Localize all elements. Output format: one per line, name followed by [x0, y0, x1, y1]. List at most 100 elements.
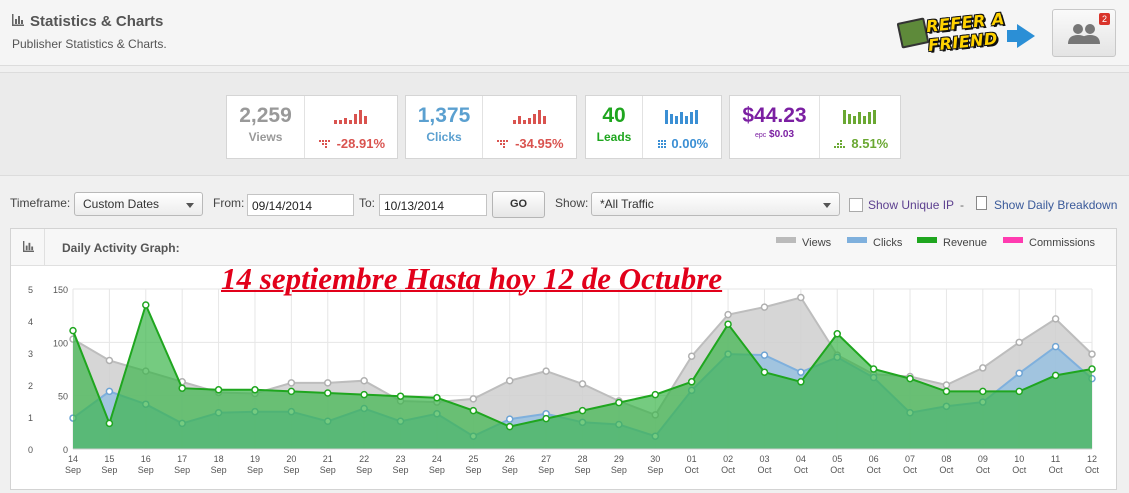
- stats-band: 2,259 Views -28.91% 1,375 Clicks -34.95%…: [0, 72, 1129, 176]
- x-tick-label-day: 02: [723, 454, 733, 464]
- y-tick-label-left: 1: [28, 413, 33, 423]
- trend-down-icon: [497, 140, 509, 149]
- go-button[interactable]: GO: [492, 191, 545, 218]
- x-tick-label-month: Sep: [538, 465, 554, 475]
- revenue-series-point: [542, 414, 550, 423]
- x-tick-label-month: Sep: [101, 465, 117, 475]
- trend-down-icon: [318, 140, 330, 149]
- x-tick-label-day: 01: [687, 454, 697, 464]
- x-tick-label-month: Sep: [247, 465, 263, 475]
- x-tick-label-day: 11: [1051, 454, 1060, 464]
- x-tick-label-month: Sep: [429, 465, 445, 475]
- x-tick-label-month: Sep: [502, 465, 518, 475]
- revenue-series-point: [833, 330, 841, 338]
- filter-bar: Timeframe: Custom Dates From: 09/14/2014…: [0, 188, 1129, 222]
- revenue-series-point: [578, 406, 587, 415]
- x-tick-label-month: Oct: [867, 465, 882, 475]
- views-series-point: [542, 367, 550, 375]
- traffic-select[interactable]: *All Traffic: [591, 192, 840, 216]
- chevron-down-icon: [823, 203, 831, 208]
- clicks-series-point: [797, 368, 805, 376]
- x-tick-label-month: Oct: [1085, 465, 1100, 475]
- x-tick-label-month: Sep: [138, 465, 154, 475]
- revenue-series-point: [1015, 387, 1023, 396]
- bar-chart-icon: [12, 14, 24, 26]
- chevron-down-icon: [186, 203, 194, 208]
- y-tick-label-right: 150: [53, 285, 68, 295]
- x-tick-label-day: 05: [832, 454, 842, 464]
- views-series-point: [578, 380, 587, 388]
- x-tick-label-day: 07: [905, 454, 915, 464]
- revenue-series-point: [651, 390, 660, 399]
- x-tick-label-month: Sep: [356, 465, 372, 475]
- views-series-point: [942, 381, 951, 389]
- stat-label: Leads: [596, 130, 632, 144]
- revenue-series-point: [869, 365, 878, 373]
- x-tick-label-month: Oct: [903, 465, 918, 475]
- stat-change: -28.91%: [305, 136, 399, 151]
- x-tick-label-day: 18: [214, 454, 224, 464]
- revenue-series-point: [797, 378, 805, 386]
- separator: -: [960, 198, 964, 212]
- stat-value: 1,375: [417, 104, 471, 127]
- views-series-point: [724, 310, 732, 319]
- clicks-series-point: [105, 387, 114, 396]
- timeframe-label: Timeframe:: [10, 196, 71, 210]
- y-tick-label-left: 3: [28, 349, 33, 359]
- stat-leads: 40 Leads 0.00%: [585, 95, 722, 159]
- views-series-point: [105, 356, 114, 365]
- notification-badge: 2: [1098, 13, 1110, 25]
- overlay-annotation: 14 septiembre Hasta hoy 12 de Octubre: [221, 261, 723, 296]
- stat-epc: epc $0.03: [754, 129, 795, 140]
- x-tick-label-day: 24: [432, 454, 442, 464]
- revenue-series-point: [942, 387, 951, 396]
- page-header: Statistics & Charts Publisher Statistics…: [0, 0, 1129, 66]
- stat-views: 2,259 Views -28.91%: [226, 95, 398, 159]
- x-tick-label-day: 17: [177, 454, 187, 464]
- sparkline-icon: [334, 110, 367, 124]
- x-tick-label-month: Sep: [65, 465, 81, 475]
- money-icon: [896, 17, 930, 49]
- show-unique-ip-link[interactable]: Show Unique IP: [868, 198, 954, 212]
- clicks-series-point: [760, 351, 769, 359]
- unique-ip-checkbox[interactable]: [849, 198, 863, 212]
- y-tick-label-left: 4: [28, 317, 33, 327]
- from-date-input[interactable]: 09/14/2014: [247, 194, 354, 216]
- stat-value: $44.23: [742, 104, 807, 127]
- views-series-point: [1088, 350, 1096, 358]
- revenue-series-point: [979, 387, 987, 396]
- to-label: To:: [359, 196, 376, 210]
- revenue-series-point: [178, 384, 186, 392]
- clicks-series-point: [1015, 369, 1023, 378]
- stat-clicks: 1,375 Clicks -34.95%: [405, 95, 577, 159]
- refer-a-friend-logo[interactable]: REFER A FRIEND: [896, 9, 1047, 60]
- revenue-series-point: [760, 368, 769, 376]
- x-tick-label-day: 30: [650, 454, 660, 464]
- x-tick-label-month: Oct: [939, 465, 954, 475]
- show-daily-breakdown-link[interactable]: Show Daily Breakdown: [994, 198, 1117, 212]
- x-tick-label-month: Oct: [721, 465, 736, 475]
- revenue-series-point: [906, 374, 914, 383]
- clicks-series-point: [1051, 342, 1060, 351]
- x-tick-label-day: 16: [141, 454, 151, 464]
- views-series-point: [1015, 338, 1023, 347]
- x-tick-label-month: Sep: [647, 465, 663, 475]
- revenue-series-point: [505, 422, 514, 431]
- timeframe-select[interactable]: Custom Dates: [74, 192, 203, 216]
- views-series-point: [687, 352, 696, 360]
- stat-change: 8.51%: [820, 136, 902, 151]
- stat-value: 2,259: [239, 104, 292, 127]
- x-tick-label-month: Sep: [393, 465, 409, 475]
- x-tick-label-day: 28: [577, 454, 587, 464]
- users-icon: [1068, 24, 1100, 44]
- revenue-series-point: [324, 389, 332, 397]
- revenue-series-point: [360, 390, 368, 399]
- users-button[interactable]: 2: [1052, 9, 1116, 57]
- sparkline-icon: [665, 110, 698, 124]
- y-tick-label-right: 50: [58, 392, 68, 402]
- x-tick-label-day: 20: [286, 454, 296, 464]
- revenue-series-point: [105, 419, 114, 428]
- to-date-input[interactable]: 10/13/2014: [379, 194, 487, 216]
- x-tick-label-month: Oct: [1049, 465, 1064, 475]
- revenue-series-point: [69, 326, 77, 335]
